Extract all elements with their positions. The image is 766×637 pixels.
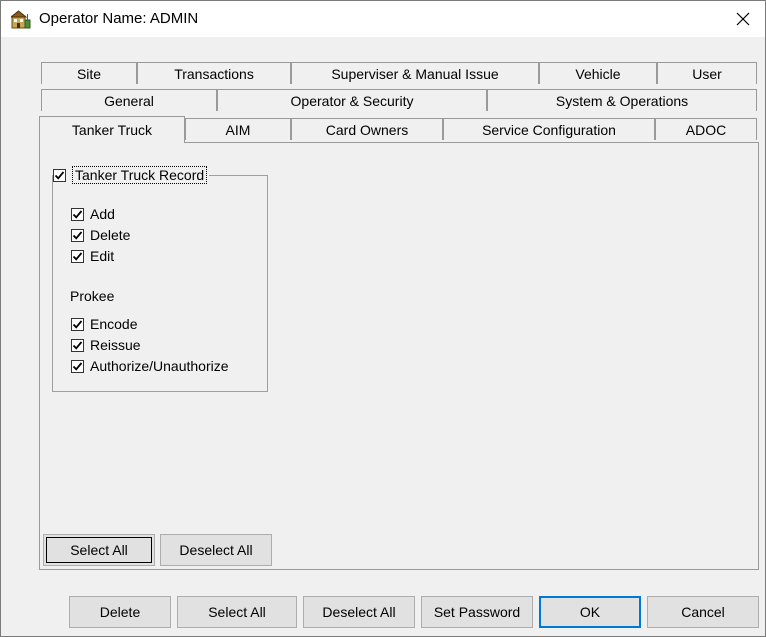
prokee-label: Prokee (70, 288, 115, 304)
tab-general[interactable]: General (41, 89, 217, 111)
checkbox-checked-icon (71, 338, 84, 352)
tab-transactions[interactable]: Transactions (137, 62, 291, 84)
checkbox-checked-icon (71, 317, 84, 331)
tab-system-operations[interactable]: System & Operations (487, 89, 757, 111)
cancel-button[interactable]: Cancel (647, 596, 759, 628)
checkbox-checked-icon (71, 207, 84, 221)
tab-tanker-truck[interactable]: Tanker Truck (39, 116, 185, 143)
add-label: Add (90, 206, 115, 222)
tab-adoc[interactable]: ADOC (655, 118, 757, 140)
tab-row-3: Tanker Truck AIM Card Owners Service Con… (39, 116, 757, 143)
close-button[interactable] (721, 1, 765, 37)
ok-button[interactable]: OK (539, 596, 641, 628)
authorize-unauthorize-checkbox[interactable]: Authorize/Unauthorize (71, 358, 229, 374)
app-building-icon (9, 10, 31, 29)
tab-superviser-manual-issue[interactable]: Superviser & Manual Issue (291, 62, 539, 84)
deselect-all-button[interactable]: Deselect All (303, 596, 415, 628)
authorize-unauthorize-label: Authorize/Unauthorize (90, 358, 229, 374)
title-bar: Operator Name: ADMIN (1, 1, 765, 37)
tab-operator-security[interactable]: Operator & Security (217, 89, 487, 111)
delete-label: Delete (90, 227, 131, 243)
panel-select-all-button[interactable]: Select All (43, 534, 155, 566)
tab-service-configuration[interactable]: Service Configuration (443, 118, 655, 140)
checkbox-checked-icon (53, 168, 66, 182)
delete-checkbox[interactable]: Delete (71, 227, 130, 243)
tab-user[interactable]: User (657, 62, 757, 84)
checkbox-checked-icon (71, 359, 84, 373)
reissue-label: Reissue (90, 337, 141, 353)
checkbox-checked-icon (71, 228, 84, 242)
delete-button[interactable]: Delete (69, 596, 171, 628)
tanker-truck-record-label: Tanker Truck Record (72, 166, 208, 184)
checkbox-checked-icon (71, 249, 84, 263)
tab-panel-tanker-truck: Tanker Truck Record Add Delete Edit Prok… (39, 142, 759, 570)
tab-vehicle[interactable]: Vehicle (539, 62, 657, 84)
tab-row-2: General Operator & Security System & Ope… (41, 89, 757, 111)
panel-deselect-all-button[interactable]: Deselect All (160, 534, 272, 566)
edit-checkbox[interactable]: Edit (71, 248, 114, 264)
encode-label: Encode (90, 316, 138, 332)
reissue-checkbox[interactable]: Reissue (71, 337, 141, 353)
add-checkbox[interactable]: Add (71, 206, 115, 222)
operator-dialog: Operator Name: ADMIN Site Transactions S… (0, 0, 766, 637)
set-password-button[interactable]: Set Password (421, 596, 533, 628)
select-all-button[interactable]: Select All (177, 596, 297, 628)
edit-label: Edit (90, 248, 115, 264)
tab-row-1: Site Transactions Superviser & Manual Is… (41, 62, 757, 84)
tanker-truck-record-checkbox[interactable]: Tanker Truck Record (53, 166, 210, 184)
window-title: Operator Name: ADMIN (39, 10, 199, 27)
tab-card-owners[interactable]: Card Owners (291, 118, 443, 140)
encode-checkbox[interactable]: Encode (71, 316, 137, 332)
tab-site[interactable]: Site (41, 62, 137, 84)
close-icon (736, 12, 750, 26)
tab-aim[interactable]: AIM (185, 118, 291, 140)
